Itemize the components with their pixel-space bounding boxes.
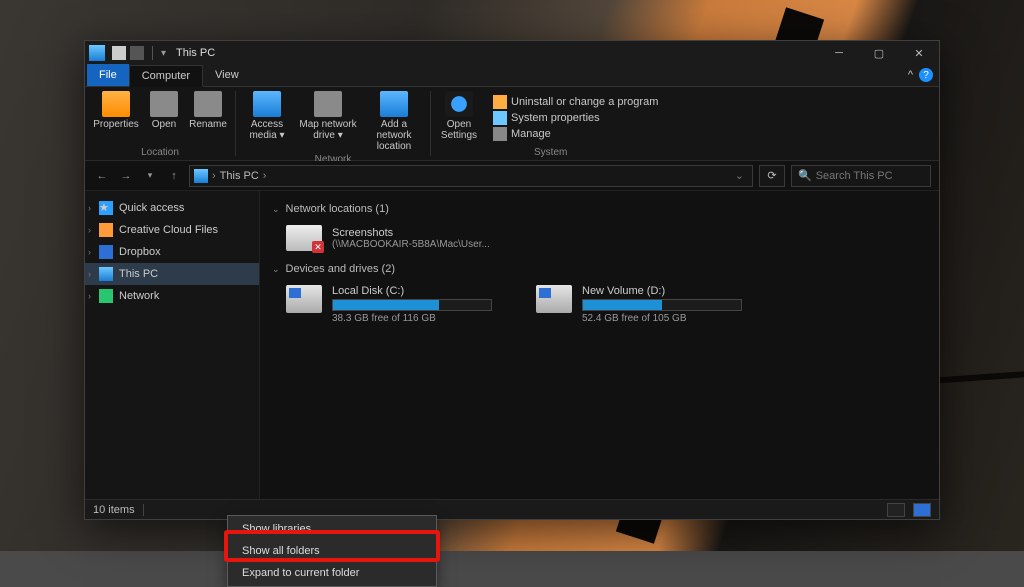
- ctx-expand-current[interactable]: Expand to current folder: [228, 562, 436, 584]
- map-drive-button[interactable]: Map network drive ▾: [298, 91, 358, 152]
- explorer-window: ▾ This PC ─ ▢ ✕ File Computer View ^ ? P…: [84, 40, 940, 520]
- address-bar-row: ← → ▾ ↑ › This PC › ⌄ ⟳ 🔍 Search This PC: [85, 161, 939, 191]
- ribbon: Properties Open Rename Location Access m…: [85, 87, 939, 161]
- qat-dropdown[interactable]: ▾: [161, 48, 166, 59]
- sidebar-item-this-pc[interactable]: ›This PC: [85, 263, 259, 285]
- status-bar: 10 items: [85, 499, 939, 519]
- quick-access-toolbar: ▾: [108, 46, 170, 60]
- navpane-context-menu: Show libraries Show all folders Expand t…: [227, 515, 437, 587]
- drive-caption: 38.3 GB free of 116 GB: [332, 313, 492, 324]
- open-settings-button[interactable]: Open Settings: [437, 91, 481, 145]
- item-title: Screenshots: [332, 227, 490, 239]
- uninstall-program-link[interactable]: Uninstall or change a program: [493, 95, 658, 109]
- properties-button[interactable]: Properties: [91, 91, 141, 130]
- ctx-show-libraries[interactable]: Show libraries: [228, 518, 436, 540]
- ribbon-group-location: Properties Open Rename Location: [85, 87, 235, 160]
- network-location-item[interactable]: ✕ Screenshots (\\MACBOOKAIR-5B8A\Mac\Use…: [286, 225, 927, 251]
- tab-view[interactable]: View: [203, 64, 251, 86]
- tab-computer[interactable]: Computer: [129, 65, 203, 87]
- rename-button[interactable]: Rename: [187, 91, 229, 130]
- drive-name: Local Disk (C:): [332, 285, 492, 297]
- manage-link[interactable]: Manage: [493, 127, 658, 141]
- titlebar: ▾ This PC ─ ▢ ✕: [85, 41, 939, 65]
- tiles-view-button[interactable]: [913, 503, 931, 517]
- disk-icon: [286, 285, 322, 313]
- sidebar-item-dropbox[interactable]: ›Dropbox: [85, 241, 259, 263]
- drive-item-c[interactable]: Local Disk (C:) 38.3 GB free of 116 GB: [286, 285, 496, 324]
- refresh-button[interactable]: ⟳: [759, 165, 785, 187]
- content-pane: ⌄Network locations (1) ✕ Screenshots (\\…: [260, 191, 939, 499]
- chevron-right-icon: ›: [212, 170, 216, 182]
- system-properties-link[interactable]: System properties: [493, 111, 658, 125]
- add-network-location-button[interactable]: Add a network location: [364, 91, 424, 152]
- drive-name: New Volume (D:): [582, 285, 742, 297]
- ribbon-group-system: Open Settings Uninstall or change a prog…: [431, 87, 670, 160]
- minimize-button[interactable]: ─: [819, 41, 859, 65]
- capacity-bar: [582, 299, 742, 311]
- separator: [152, 46, 153, 60]
- open-button[interactable]: Open: [147, 91, 181, 130]
- window-title: This PC: [176, 47, 215, 59]
- group-label: Location: [141, 145, 179, 158]
- maximize-button[interactable]: ▢: [859, 41, 899, 65]
- breadcrumb[interactable]: › This PC › ⌄: [189, 165, 753, 187]
- drive-caption: 52.4 GB free of 105 GB: [582, 313, 742, 324]
- chevron-right-icon: ›: [263, 170, 267, 182]
- forward-button[interactable]: →: [117, 167, 135, 185]
- body: ›★Quick access ›Creative Cloud Files ›Dr…: [85, 191, 939, 499]
- close-button[interactable]: ✕: [899, 41, 939, 65]
- collapse-ribbon[interactable]: ^: [908, 69, 913, 81]
- capacity-bar: [332, 299, 492, 311]
- app-icon: [89, 45, 105, 61]
- breadcrumb-segment[interactable]: This PC: [220, 170, 259, 182]
- ribbon-tabs: File Computer View ^ ?: [85, 65, 939, 87]
- back-button[interactable]: ←: [93, 167, 111, 185]
- network-drive-icon: ✕: [286, 225, 322, 251]
- sidebar-item-network[interactable]: ›Network: [85, 285, 259, 307]
- chevron-down-icon[interactable]: ⌄: [735, 169, 744, 182]
- details-view-button[interactable]: [887, 503, 905, 517]
- ribbon-group-network: Access media ▾ Map network drive ▾ Add a…: [236, 87, 430, 160]
- sidebar-item-creative-cloud[interactable]: ›Creative Cloud Files: [85, 219, 259, 241]
- pc-icon: [194, 169, 208, 183]
- help-icon[interactable]: ?: [919, 68, 933, 82]
- item-subtitle: (\\MACBOOKAIR-5B8A\Mac\User...: [332, 239, 490, 250]
- nav-pane: ›★Quick access ›Creative Cloud Files ›Dr…: [85, 191, 260, 499]
- search-placeholder: Search This PC: [816, 170, 893, 182]
- group-header-drives[interactable]: ⌄Devices and drives (2): [272, 263, 927, 275]
- group-label: System: [534, 145, 567, 158]
- file-tab[interactable]: File: [87, 64, 129, 86]
- sidebar-item-quick-access[interactable]: ›★Quick access: [85, 197, 259, 219]
- search-box[interactable]: 🔍 Search This PC: [791, 165, 931, 187]
- qat-item[interactable]: [130, 46, 144, 60]
- recent-locations[interactable]: ▾: [141, 167, 159, 185]
- disconnected-icon: ✕: [312, 241, 324, 253]
- access-media-button[interactable]: Access media ▾: [242, 91, 292, 152]
- group-header-network[interactable]: ⌄Network locations (1): [272, 203, 927, 215]
- item-count: 10 items: [93, 504, 135, 516]
- drive-item-d[interactable]: New Volume (D:) 52.4 GB free of 105 GB: [536, 285, 746, 324]
- ctx-show-all-folders[interactable]: Show all folders: [228, 540, 436, 562]
- up-button[interactable]: ↑: [165, 167, 183, 185]
- search-icon: 🔍: [798, 169, 812, 182]
- disk-icon: [536, 285, 572, 313]
- qat-item[interactable]: [112, 46, 126, 60]
